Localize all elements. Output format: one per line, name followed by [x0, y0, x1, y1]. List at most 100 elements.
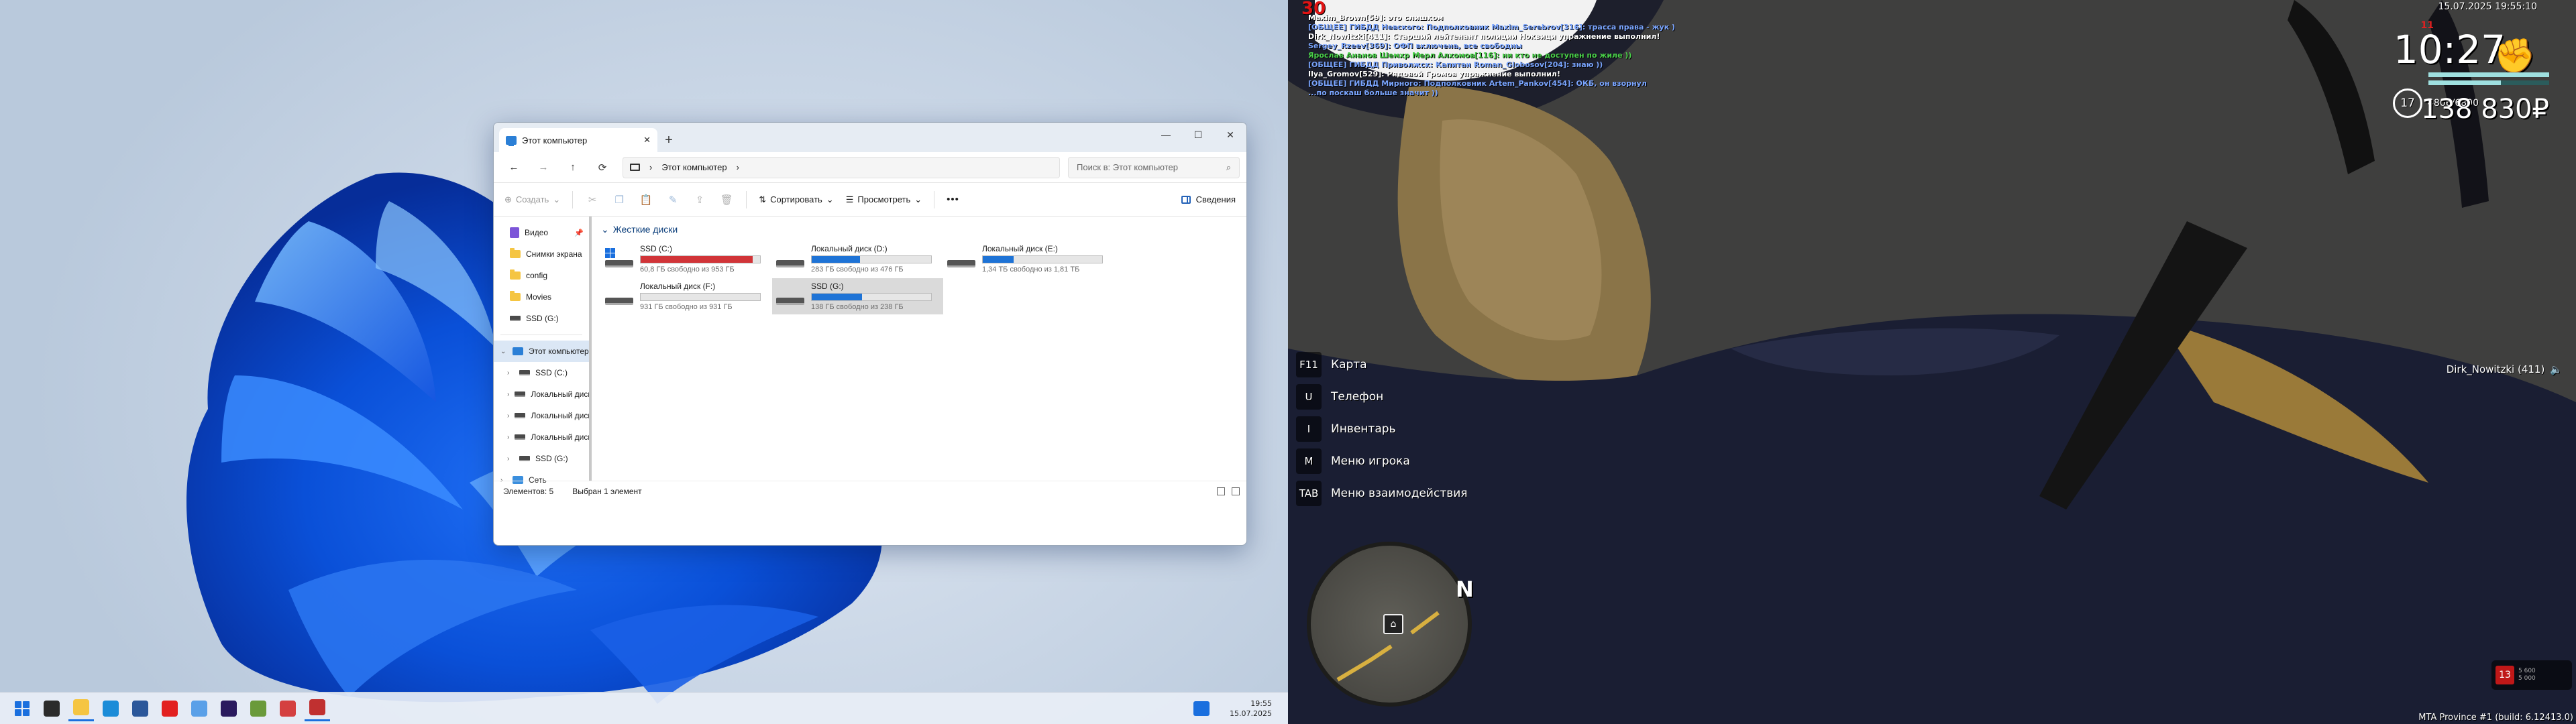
sidebar-item-config[interactable]: config — [494, 265, 589, 286]
taskbar-app[interactable] — [246, 696, 271, 721]
this-pc-icon — [513, 347, 523, 355]
taskbar-app[interactable] — [275, 696, 301, 721]
drive-free-space: 283 ГБ свободно из 476 ГБ — [811, 265, 904, 274]
up-button[interactable]: ↑ — [559, 157, 586, 178]
folder-icon — [510, 248, 521, 258]
breadcrumb-this-pc[interactable]: Этот компьютер — [661, 162, 727, 172]
chevron-right-icon[interactable]: › — [507, 391, 509, 398]
taskbar-app[interactable] — [216, 696, 241, 721]
taskbar-app[interactable] — [68, 696, 94, 721]
keybind-label: Телефон — [1331, 390, 1384, 404]
chevron-down-icon[interactable]: ⌄ — [601, 224, 609, 235]
sidebar-item-movies[interactable]: Movies — [494, 286, 589, 308]
drive-tile[interactable]: Локальный диск (E:) 1,34 ТБ свободно из 1… — [943, 241, 1114, 277]
cut-icon[interactable]: ✂ — [585, 192, 600, 207]
rename-icon[interactable]: ✎ — [665, 192, 680, 207]
sort-button[interactable]: ⇅ Сортировать ⌄ — [759, 194, 833, 205]
chevron-right-icon[interactable]: › — [507, 455, 514, 463]
start-icon — [15, 701, 30, 716]
view-button[interactable]: ☰ Просмотреть ⌄ — [846, 194, 922, 205]
drive-icon — [515, 391, 526, 397]
share-icon[interactable]: ⇪ — [692, 192, 707, 207]
sidebar-item-video[interactable]: Видео 📌 — [494, 222, 589, 243]
keybind-key: I — [1296, 416, 1322, 442]
tab-close-icon[interactable]: ✕ — [643, 135, 651, 145]
drive-icon — [515, 434, 526, 440]
close-button[interactable]: ✕ — [1214, 123, 1246, 147]
chevron-down-icon[interactable]: ⌄ — [500, 348, 507, 355]
drive-tile[interactable]: Локальный диск (D:) 283 ГБ свободно из 47… — [772, 241, 943, 277]
drive-tile[interactable]: SSD (G:) 138 ГБ свободно из 238 ГБ — [772, 278, 943, 314]
tab-label: Этот компьютер — [522, 135, 588, 145]
drive-icon — [510, 316, 521, 321]
sidebar-item-ssd-c[interactable]: › SSD (C:) — [494, 362, 589, 383]
level-indicator: 17 — [2393, 88, 2423, 118]
game-screen[interactable]: 30 Maxim_Brown[59]: это слишком [ОБЩЕЕ] Г… — [1288, 0, 2576, 724]
details-view-icon[interactable] — [1217, 487, 1225, 495]
keybind-hints: F11 Карта U Телефон I Инвентарь M Меню игрока TA… — [1296, 349, 1468, 509]
sidebar-item-label: Локальный диск (D:) — [531, 389, 589, 399]
sidebar-item-disk-f[interactable]: › Локальный диск (F:) — [494, 426, 589, 448]
sidebar-item-disk-d[interactable]: › Локальный диск (D:) — [494, 383, 589, 405]
clock[interactable]: 19:55 15.07.2025 — [1230, 699, 1272, 719]
sidebar-item-this-pc[interactable]: ⌄ Этот компьютер — [494, 341, 589, 362]
drive-tile[interactable]: Локальный диск (F:) 931 ГБ свободно из 93… — [601, 278, 772, 314]
clock-time: 19:55 — [1250, 699, 1272, 708]
content-pane[interactable]: ⌄ Жесткие диски SSD (C:) 60,8 ГБ свободно… — [592, 217, 1246, 481]
taskbar-app[interactable] — [9, 696, 35, 721]
chat-message: [ОБЩЕЕ] ГИБДД Приволжск: Капитан Roman_G… — [1308, 60, 1603, 69]
search-input[interactable]: Поиск в: Этот компьютер ⌕ — [1068, 156, 1240, 178]
sidebar-item-ssd-g-tree[interactable]: › SSD (G:) — [494, 448, 589, 469]
sidebar-item-ssd-g[interactable]: SSD (G:) — [494, 308, 589, 329]
maximize-button[interactable]: ☐ — [1182, 123, 1214, 147]
breadcrumb-chevron-icon[interactable]: › — [737, 162, 739, 172]
group-header-hard-drives[interactable]: ⌄ Жесткие диски — [601, 221, 1237, 238]
paste-icon[interactable]: 📋 — [639, 192, 653, 207]
widgets-icon[interactable] — [1193, 701, 1210, 716]
file-explorer-window[interactable]: Этот компьютер ✕ + — ☐ ✕ ← → ↑ ⟳ › Этот … — [493, 122, 1247, 546]
address-bar[interactable]: › Этот компьютер › — [623, 156, 1060, 178]
taskbar-app[interactable] — [157, 696, 182, 721]
sidebar-item-screenshots[interactable]: Снимки экрана — [494, 243, 589, 265]
new-label: Создать — [515, 194, 549, 204]
chevron-right-icon[interactable]: › — [507, 434, 509, 441]
window-controls: — ☐ ✕ — [1150, 123, 1246, 147]
health-bar-fill — [2428, 72, 2549, 77]
status-bar: Элементов: 5 Выбран 1 элемент — [494, 481, 1246, 501]
new-button[interactable]: ⊕ Создать ⌄ — [504, 194, 560, 205]
drive-info: Локальный диск (F:) 931 ГБ свободно из 93… — [640, 282, 768, 311]
details-button[interactable]: Сведения — [1181, 194, 1236, 204]
title-bar[interactable]: Этот компьютер ✕ + — ☐ ✕ — [494, 123, 1246, 152]
drive-free-space: 1,34 ТБ свободно из 1,81 ТБ — [982, 265, 1080, 274]
back-button[interactable]: ← — [500, 157, 527, 178]
navigation-pane[interactable]: Видео 📌 Снимки экрана config Movies SSD … — [494, 217, 592, 485]
toolbar-divider — [572, 190, 574, 208]
taskbar-app[interactable] — [186, 696, 212, 721]
more-options-button[interactable]: ••• — [947, 194, 959, 205]
drive-usage-fill — [983, 256, 1014, 263]
taskbar-app[interactable] — [39, 696, 64, 721]
player-name: Dirk_Nowitzki (411) — [2446, 363, 2545, 375]
tab-this-pc[interactable]: Этот компьютер ✕ — [499, 128, 657, 152]
refresh-button[interactable]: ⟳ — [589, 157, 616, 178]
new-tab-button[interactable]: + — [657, 128, 680, 152]
chevron-right-icon[interactable]: › — [507, 412, 509, 420]
chat-message: Ярослав Ананов Шемхр Мерл Алхомов[116]: … — [1308, 51, 1632, 60]
sidebar-item-label: config — [526, 271, 548, 280]
explorer-body: Видео 📌 Снимки экрана config Movies SSD … — [494, 217, 1246, 485]
sidebar-item-label: Этот компьютер — [529, 347, 589, 356]
this-pc-icon — [506, 135, 517, 146]
delete-icon[interactable]: 🗑 — [719, 192, 734, 207]
taskbar-app[interactable] — [98, 696, 123, 721]
sidebar-item-disk-e[interactable]: › Локальный диск (E:) — [494, 405, 589, 426]
taskbar-app[interactable] — [305, 696, 330, 721]
sidebar-item-label: Movies — [526, 292, 552, 302]
hud-datetime: 15.07.2025 19:55:10 — [2438, 1, 2538, 12]
minimize-button[interactable]: — — [1150, 123, 1182, 147]
forward-button[interactable]: → — [530, 157, 557, 178]
tiles-view-icon[interactable] — [1232, 487, 1240, 495]
copy-icon[interactable]: ❐ — [612, 192, 627, 207]
chevron-right-icon[interactable]: › — [507, 369, 514, 377]
drive-tile[interactable]: SSD (C:) 60,8 ГБ свободно из 953 ГБ — [601, 241, 772, 277]
taskbar-app[interactable] — [127, 696, 153, 721]
